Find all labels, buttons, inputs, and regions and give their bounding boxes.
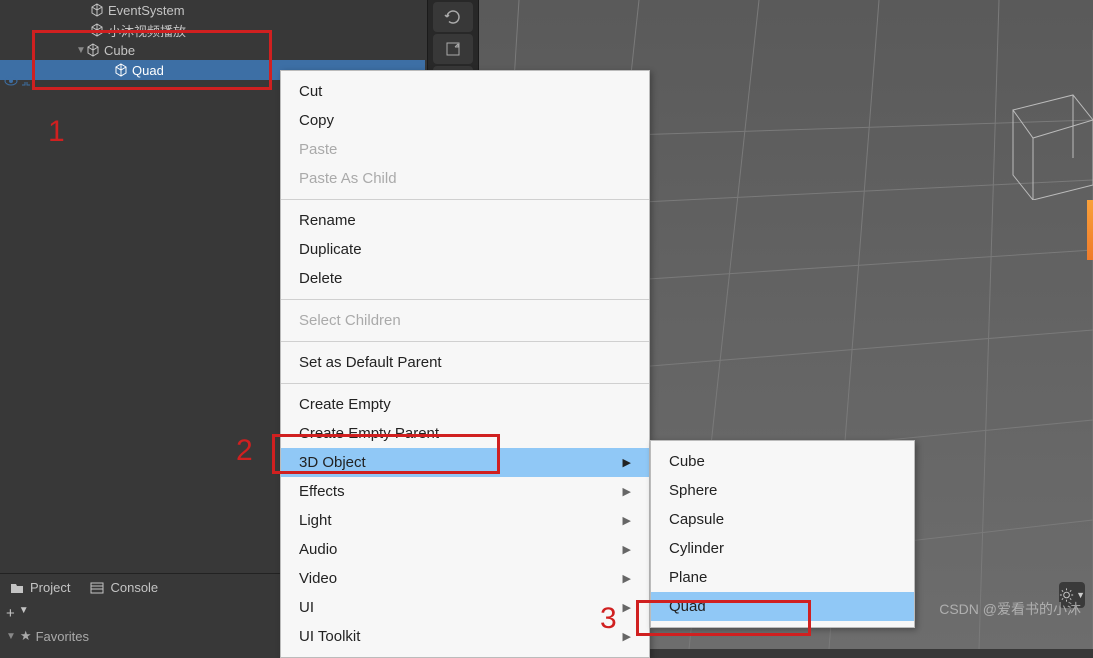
tab-console[interactable]: Console (86, 578, 162, 597)
menu-delete[interactable]: Delete (281, 264, 649, 293)
submenu-3d-object: Cube Sphere Capsule Cylinder Plane Quad (650, 440, 915, 628)
console-icon (90, 582, 104, 594)
tool-scale-icon[interactable] (433, 34, 473, 64)
gameobject-icon (90, 23, 104, 37)
add-button[interactable]: + (6, 605, 15, 622)
submenu-arrow-icon: ▶ (623, 485, 631, 498)
annotation-label-3: 3 (600, 602, 617, 636)
menu-duplicate[interactable]: Duplicate (281, 235, 649, 264)
menu-select-children: Select Children (281, 306, 649, 335)
dropdown-arrow-icon[interactable]: ▼ (19, 605, 29, 622)
menu-audio[interactable]: Audio▶ (281, 535, 649, 564)
hierarchy-label: EventSystem (108, 3, 185, 18)
submenu-capsule[interactable]: Capsule (651, 505, 914, 534)
star-icon: ★ (20, 628, 32, 644)
submenu-sphere[interactable]: Sphere (651, 476, 914, 505)
hierarchy-label: Quad (132, 63, 164, 78)
menu-rename[interactable]: Rename (281, 206, 649, 235)
menu-copy[interactable]: Copy (281, 106, 649, 135)
hierarchy-label: 小沐视频播放 (108, 21, 186, 40)
expand-arrow-icon[interactable]: ▼ (76, 45, 86, 56)
gameobject-icon (114, 63, 128, 77)
menu-effects[interactable]: Effects▶ (281, 477, 649, 506)
menu-set-default-parent[interactable]: Set as Default Parent (281, 348, 649, 377)
expand-arrow-icon[interactable]: ▼ (6, 631, 16, 642)
annotation-label-1: 1 (48, 115, 65, 149)
submenu-arrow-icon: ▶ (623, 456, 631, 469)
watermark-text: CSDN @爱看书的小沐 (939, 599, 1081, 619)
menu-create-empty[interactable]: Create Empty (281, 390, 649, 419)
favorites-label: Favorites (36, 629, 89, 644)
menu-3d-object[interactable]: 3D Object▶ (281, 448, 649, 477)
submenu-arrow-icon: ▶ (623, 514, 631, 527)
tab-project[interactable]: Project (6, 578, 74, 597)
hierarchy-item-video[interactable]: 小沐视频播放 (0, 20, 425, 40)
submenu-cube[interactable]: Cube (651, 447, 914, 476)
menu-paste: Paste (281, 135, 649, 164)
annotation-label-2: 2 (236, 434, 253, 468)
wireframe-cube (1003, 90, 1093, 200)
menu-ui-toolkit[interactable]: UI Toolkit▶ (281, 622, 649, 651)
folder-icon (10, 582, 24, 594)
gameobject-icon (90, 3, 104, 17)
menu-create-empty-parent[interactable]: Create Empty Parent (281, 419, 649, 448)
submenu-arrow-icon: ▶ (623, 630, 631, 643)
gameobject-icon (86, 43, 100, 57)
submenu-cylinder[interactable]: Cylinder (651, 534, 914, 563)
menu-video[interactable]: Video▶ (281, 564, 649, 593)
visibility-icon[interactable] (4, 75, 32, 89)
menu-cut[interactable]: Cut (281, 77, 649, 106)
menu-paste-as-child: Paste As Child (281, 164, 649, 193)
menu-ui[interactable]: UI▶ (281, 593, 649, 622)
submenu-arrow-icon: ▶ (623, 601, 631, 614)
menu-light[interactable]: Light▶ (281, 506, 649, 535)
gizmo-sliver (1087, 200, 1093, 260)
hierarchy-label: Cube (104, 43, 135, 58)
tool-rotate-icon[interactable] (433, 2, 473, 32)
submenu-plane[interactable]: Plane (651, 563, 914, 592)
hierarchy-item-cube[interactable]: ▼ Cube (0, 40, 425, 60)
submenu-arrow-icon: ▶ (623, 543, 631, 556)
hierarchy-item-eventsystem[interactable]: EventSystem (0, 0, 425, 20)
context-menu: Cut Copy Paste Paste As Child Rename Dup… (280, 70, 650, 658)
submenu-quad[interactable]: Quad (651, 592, 914, 621)
submenu-arrow-icon: ▶ (623, 572, 631, 585)
